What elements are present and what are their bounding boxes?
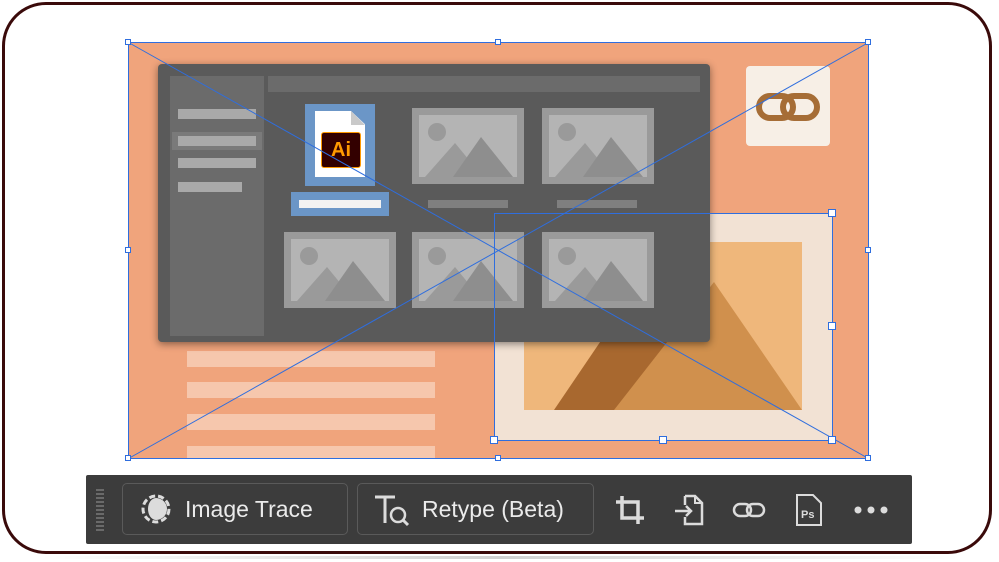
drag-handle[interactable] [96, 489, 104, 531]
resize-handle[interactable] [495, 455, 501, 461]
more-options-icon[interactable] [851, 491, 891, 529]
resize-handle[interactable] [495, 39, 501, 45]
resize-handle[interactable] [865, 247, 871, 253]
contextual-task-bar: Image Trace Retype (Beta) Ps [86, 475, 912, 544]
retype-button[interactable]: Retype (Beta) [357, 483, 594, 535]
resize-handle[interactable] [125, 39, 131, 45]
crop-icon[interactable] [610, 491, 650, 529]
resize-handle[interactable] [125, 247, 131, 253]
retype-icon [372, 491, 410, 527]
image-trace-icon [139, 492, 173, 526]
retype-label: Retype (Beta) [422, 495, 564, 522]
photoshop-icon[interactable]: Ps [789, 491, 829, 529]
image-trace-button[interactable]: Image Trace [122, 483, 348, 535]
resize-handle[interactable] [865, 39, 871, 45]
resize-handle[interactable] [828, 436, 836, 444]
resize-handle[interactable] [828, 322, 836, 330]
embed-icon[interactable] [669, 491, 709, 529]
resize-handle[interactable] [125, 455, 131, 461]
resize-handle[interactable] [490, 436, 498, 444]
image-trace-label: Image Trace [185, 495, 313, 522]
resize-handle[interactable] [659, 436, 667, 444]
photoshop-icon-text: Ps [801, 509, 814, 521]
link-icon[interactable] [729, 491, 769, 529]
resize-handle[interactable] [828, 209, 836, 217]
resize-handle[interactable] [865, 455, 871, 461]
